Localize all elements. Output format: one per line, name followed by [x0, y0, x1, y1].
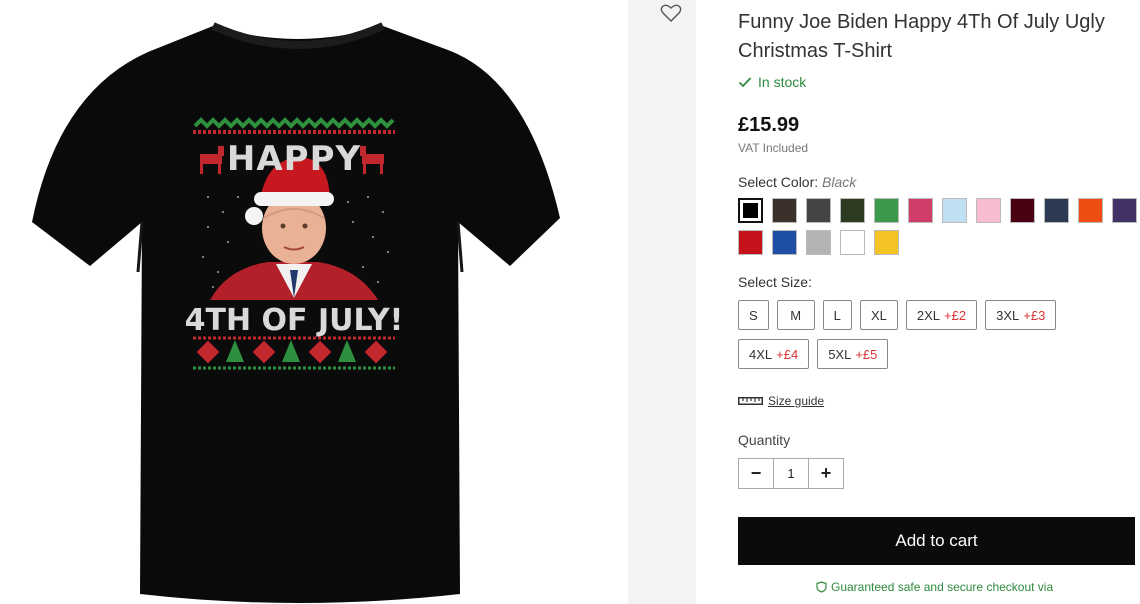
- color-label: Select Color: Black: [738, 174, 856, 190]
- add-to-cart-button[interactable]: Add to cart: [738, 517, 1135, 565]
- quantity-stepper: − 1 +: [738, 458, 844, 489]
- image-gutter: [628, 0, 696, 604]
- selected-color-name: Black: [822, 174, 857, 190]
- color-label-text: Select Color:: [738, 174, 819, 190]
- shirt-print: HAPPY 4TH OF JULY!: [185, 117, 404, 374]
- color-swatch-pink-red[interactable]: [908, 198, 933, 223]
- color-swatch-green[interactable]: [874, 198, 899, 223]
- product-image: HAPPY 4TH OF JULY!: [32, 22, 560, 603]
- color-swatch-gray[interactable]: [806, 230, 831, 255]
- color-swatch-royal-blue[interactable]: [772, 230, 797, 255]
- size-option-surcharge: +£3: [1023, 307, 1046, 323]
- size-option-label: S: [749, 307, 758, 323]
- size-option-xl[interactable]: XL: [859, 300, 898, 330]
- shirt-print-top-text: HAPPY: [227, 139, 361, 179]
- size-option-2xl[interactable]: 2XL +£2: [905, 300, 978, 330]
- color-swatches: [738, 198, 1140, 255]
- color-swatch-forest-green[interactable]: [840, 198, 865, 223]
- quantity-increase-button[interactable]: +: [809, 459, 843, 488]
- heart-outline-icon: [660, 4, 682, 22]
- stock-label: In stock: [758, 74, 807, 90]
- color-swatch-dark-brown[interactable]: [772, 198, 797, 223]
- shirt-print-bottom-text: 4TH OF JULY!: [185, 303, 404, 338]
- size-option-surcharge: +£2: [944, 307, 967, 323]
- product-price: £15.99: [738, 114, 800, 136]
- size-option-s[interactable]: S: [738, 300, 769, 330]
- size-option-label: XL: [870, 307, 887, 323]
- size-option-label: 5XL: [828, 346, 852, 362]
- size-option-3xl[interactable]: 3XL +£3: [985, 300, 1057, 330]
- size-option-4xl[interactable]: 4XL +£4: [738, 339, 810, 369]
- quantity-input[interactable]: 1: [773, 459, 809, 488]
- size-option-label: L: [833, 307, 841, 323]
- product-title: Funny Joe Biden Happy 4Th Of July Ugly C…: [738, 11, 1105, 62]
- color-swatch-light-pink[interactable]: [976, 198, 1001, 223]
- color-swatch-white[interactable]: [840, 230, 865, 255]
- quantity-label: Quantity: [738, 432, 791, 448]
- color-swatch-maroon[interactable]: [1010, 198, 1035, 223]
- color-swatch-gold[interactable]: [874, 230, 899, 255]
- check-icon: [738, 77, 752, 88]
- quantity-decrease-button[interactable]: −: [739, 459, 773, 488]
- color-swatch-red[interactable]: [738, 230, 763, 255]
- size-guide-link[interactable]: Size guide: [738, 394, 824, 408]
- color-swatch-purple[interactable]: [1112, 198, 1137, 223]
- wishlist-button[interactable]: [659, 2, 683, 24]
- size-option-label: M: [790, 307, 802, 323]
- size-option-l[interactable]: L: [822, 300, 852, 330]
- vat-note: VAT Included: [738, 141, 809, 155]
- product-image-pane: HAPPY 4TH OF JULY!: [0, 0, 628, 604]
- color-swatch-navy[interactable]: [1044, 198, 1069, 223]
- size-option-surcharge: +£5: [855, 346, 878, 362]
- shield-icon: [816, 581, 827, 593]
- secure-checkout-note: Guaranteed safe and secure checkout via: [816, 580, 1053, 594]
- size-guide-label: Size guide: [768, 394, 825, 408]
- size-option-label: 3XL: [996, 307, 1020, 323]
- size-option-5xl[interactable]: 5XL +£5: [817, 339, 889, 369]
- color-swatch-orange[interactable]: [1078, 198, 1103, 223]
- size-label: Select Size:: [738, 274, 812, 290]
- ruler-icon: [738, 397, 763, 405]
- size-option-surcharge: +£4: [776, 346, 799, 362]
- color-swatch-light-blue[interactable]: [942, 198, 967, 223]
- size-option-label: 2XL: [916, 307, 941, 323]
- size-option-m[interactable]: M: [776, 300, 815, 330]
- color-swatch-black[interactable]: [738, 198, 763, 223]
- stock-status: In stock: [738, 74, 806, 90]
- color-swatch-charcoal[interactable]: [806, 198, 831, 223]
- size-option-label: 4XL: [749, 346, 773, 362]
- secure-checkout-text: Guaranteed safe and secure checkout via: [831, 580, 1054, 594]
- size-options: S M L XL 2XL +£2 3XL +£3 4XL +£4 5XL +£5: [738, 300, 1098, 369]
